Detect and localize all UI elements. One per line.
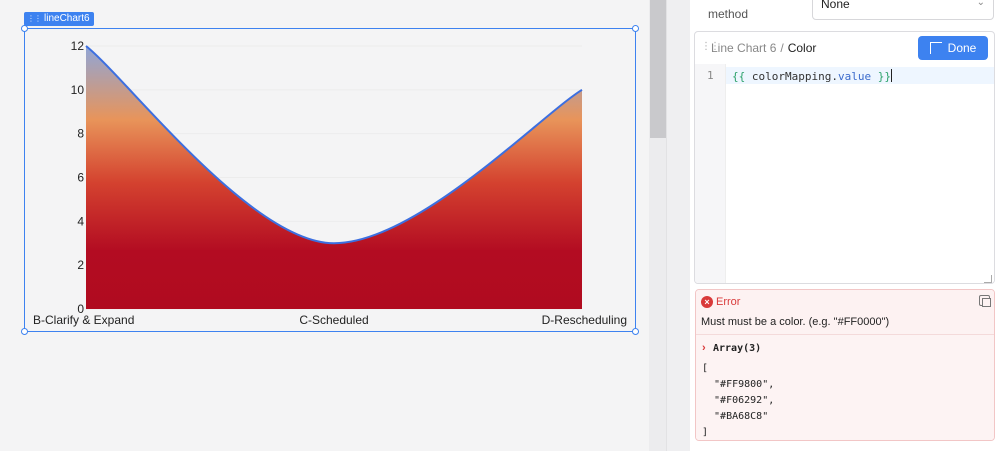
line-number-gutter: 1 (695, 64, 726, 283)
panel-gutter (666, 0, 690, 451)
error-details: › Array(3) [ "#FF9800", "#F06292", "#BA6… (696, 334, 994, 440)
y-tick-label: 6 (77, 171, 84, 185)
method-select[interactable]: None ⌄ (812, 0, 994, 20)
code-open-braces: {{ (732, 70, 746, 83)
breadcrumb-current: Color (787, 41, 817, 55)
x-tick-label: D-Rescheduling (542, 313, 627, 327)
component-tag-label: lineChart6 (44, 13, 90, 24)
copy-icon[interactable] (979, 295, 991, 307)
breadcrumb: Line Chart 6 /Color (711, 41, 816, 55)
error-value-line: "#FF9800", (702, 379, 775, 390)
error-value-type[interactable]: Array(3) (713, 343, 761, 354)
component-tag[interactable]: ⋮⋮ lineChart6 (24, 12, 94, 26)
y-tick-label: 8 (77, 127, 84, 141)
chevron-down-icon: ⌄ (976, 0, 985, 8)
property-panel: method None ⌄ ⋮⋮ Line Chart 6/Color Done… (690, 0, 1002, 451)
y-tick-label: 2 (77, 258, 84, 272)
done-button[interactable]: Done (918, 36, 988, 60)
y-tick-label: 12 (71, 39, 85, 53)
x-tick-label: C-Scheduled (299, 313, 368, 327)
line-chart: 024681012 B-Clarify & Expand C-Scheduled D… (33, 39, 627, 327)
editor-resize-grip-icon[interactable] (984, 275, 992, 283)
method-label: method (708, 7, 749, 21)
error-value-line: "#F06292", (702, 395, 775, 406)
error-value-line: [ (702, 363, 709, 374)
code-line[interactable]: {{ colorMapping.value }} (732, 69, 892, 83)
canvas-scrollbar-thumb[interactable] (650, 0, 666, 138)
collapse-icon (929, 42, 942, 54)
error-value-line: "#BA68C8" (702, 411, 769, 422)
y-tick-label: 10 (71, 83, 85, 97)
done-button-label: Done (947, 41, 977, 55)
y-tick-label: 4 (77, 214, 84, 228)
code-close-braces: }} (871, 70, 891, 83)
breadcrumb-separator: / (780, 41, 784, 55)
editor-header: ⋮⋮ Line Chart 6/Color Done (695, 32, 994, 64)
text-cursor (890, 69, 892, 82)
canvas[interactable]: ⋮⋮ lineChart6 0 2 4 6 8 10 12 B-Clarify & Expa… (0, 0, 650, 451)
drag-grip-icon[interactable]: ⋮⋮ (27, 12, 42, 26)
code-input[interactable]: 1 {{ colorMapping.value }} (695, 64, 994, 283)
error-title: Error (716, 296, 741, 308)
error-message: Must must be a color. (e.g. "#FF0000") (701, 316, 890, 328)
line-number: 1 (707, 69, 714, 82)
code-editor-popover: ⋮⋮ Line Chart 6/Color Done 1 {{ colorMap… (694, 31, 995, 284)
code-property: value (837, 70, 872, 83)
error-icon: × (701, 296, 713, 308)
error-value-line: ] (702, 427, 709, 438)
y-axis-ticks: 024681012 (71, 39, 85, 316)
method-select-value: None (821, 0, 850, 11)
error-panel: × Error Must must be a color. (e.g. "#FF… (695, 289, 995, 441)
x-axis-ticks: B-Clarify & Expand C-Scheduled D-Reschedul… (33, 313, 627, 327)
chevron-right-icon[interactable]: › (702, 342, 706, 354)
code-dot: . (831, 70, 838, 83)
x-tick-label: B-Clarify & Expand (33, 313, 134, 327)
line-chart-component[interactable]: 0 2 4 6 8 10 12 B-Clarify & Expand C-Scheduled D… (21, 25, 639, 335)
error-header: × Error Must must be a color. (e.g. "#FF… (696, 290, 994, 334)
code-identifier: colorMapping (745, 70, 832, 83)
breadcrumb-parent[interactable]: Line Chart 6 (711, 41, 776, 55)
